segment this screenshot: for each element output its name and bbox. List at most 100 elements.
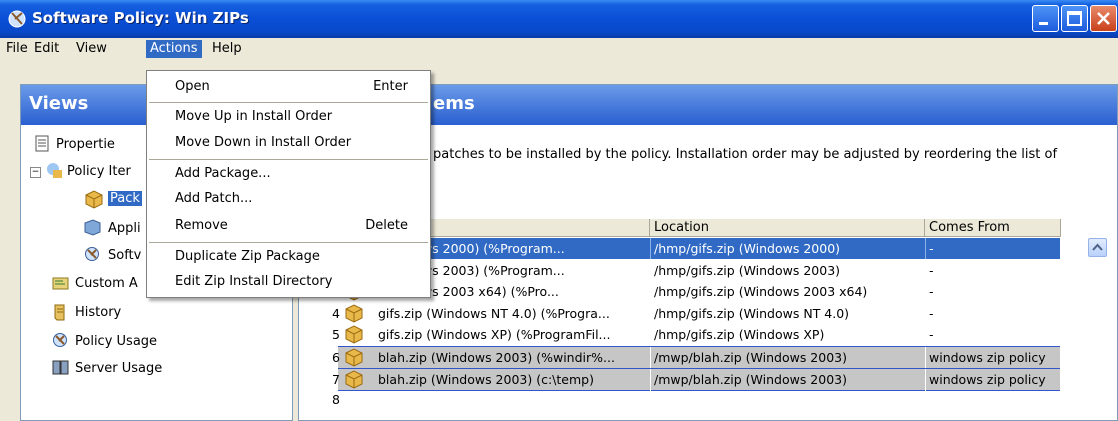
- table-row[interactable]: (Windows 2003) (%Program.../hmp/gifs.zip…: [338, 260, 1060, 281]
- table-row[interactable]: (Windows 2003 x64) (%Pro.../hmp/gifs.zip…: [338, 281, 1060, 302]
- tree-item-policy-usage[interactable]: Policy Usage: [75, 331, 157, 353]
- cell-divider: [925, 347, 926, 368]
- table-row[interactable]: 8: [332, 389, 1060, 410]
- tree-item-applications[interactable]: Appli: [108, 218, 141, 240]
- menu-item-remove[interactable]: Remove Delete: [147, 214, 430, 238]
- package-icon: [345, 325, 363, 344]
- cell-comes-from: -: [929, 306, 934, 321]
- cell-divider: [650, 303, 651, 324]
- maximize-icon: [1067, 11, 1082, 26]
- applications-icon: [84, 219, 101, 236]
- cell-location: /hmp/gifs.zip (Windows XP): [654, 327, 825, 342]
- window-title: Software Policy: Win ZIPs: [32, 9, 249, 27]
- column-header-location[interactable]: Location: [650, 219, 925, 237]
- cell-name: blah.zip (Windows 2003) (%windir%...: [378, 350, 615, 365]
- maximize-button[interactable]: [1061, 5, 1088, 32]
- minimize-button[interactable]: [1032, 5, 1059, 32]
- software-policy-icon: [8, 10, 26, 28]
- tree-item-label: Appli: [108, 221, 141, 236]
- tree-item-server-usage[interactable]: Server Usage: [75, 358, 162, 380]
- menu-item-duplicate-zip[interactable]: Duplicate Zip Package: [147, 245, 430, 269]
- table-row[interactable]: 6 blah.zip (Windows 2003) (%windir%... /mw…: [332, 346, 1060, 368]
- menu-edit[interactable]: Edit: [30, 40, 63, 58]
- menu-separator: [149, 242, 428, 243]
- cell-divider: [925, 281, 926, 302]
- cell-name: gifs.zip (Windows XP) (%ProgramFil...: [378, 327, 611, 342]
- tree-item-label: Pack: [108, 191, 142, 206]
- server-usage-icon: [52, 360, 69, 375]
- scrollbar-up-button[interactable]: [1088, 238, 1107, 257]
- cell-location: /hmp/gifs.zip (Windows 2003 x64): [654, 284, 868, 299]
- cell-name: gifs.zip (Windows NT 4.0) (%Progra...: [378, 306, 610, 321]
- cell-name: blah.zip (Windows 2003) (c:\temp): [378, 372, 594, 387]
- items-title: ems: [433, 93, 475, 114]
- table-row[interactable]: 4 gifs.zip (Windows NT 4.0) (%Progra... /h…: [332, 303, 1060, 324]
- menu-item-move-up[interactable]: Move Up in Install Order: [147, 105, 430, 129]
- cell-comes-from: -: [929, 284, 934, 299]
- cell-divider: [650, 389, 651, 410]
- policy-items-icon: [47, 163, 62, 178]
- cell-divider: [650, 324, 651, 345]
- row-number: 6: [332, 350, 340, 365]
- tree-item-custom[interactable]: Custom A: [75, 273, 138, 295]
- cell-location: /hmp/gifs.zip (Windows NT 4.0): [654, 306, 850, 321]
- close-button[interactable]: [1090, 5, 1117, 32]
- cell-divider: [925, 369, 926, 390]
- software-icon: [85, 247, 99, 261]
- menu-help[interactable]: Help: [208, 40, 246, 58]
- cell-divider: [650, 260, 651, 281]
- package-icon: [345, 304, 363, 323]
- tree-item-properties[interactable]: Propertie: [56, 134, 115, 156]
- tree-item-label: Custom A: [75, 276, 138, 291]
- menu-separator: [149, 159, 428, 160]
- menu-file[interactable]: File: [2, 40, 32, 58]
- tree-item-packages[interactable]: Pack: [108, 188, 142, 210]
- policy-usage-icon: [53, 333, 67, 347]
- tree-item-label: Policy Usage: [75, 334, 158, 349]
- menu-item-add-package[interactable]: Add Package...: [147, 162, 430, 186]
- package-icon: [345, 370, 363, 389]
- tree-expander[interactable]: −: [30, 167, 41, 178]
- menu-actions[interactable]: Actions: [146, 40, 202, 58]
- cell-location: /mwp/blah.zip (Windows 2003): [654, 350, 847, 365]
- tree-item-software[interactable]: Softv: [108, 245, 141, 267]
- tree-item-policy-items[interactable]: Policy Iter: [67, 161, 131, 183]
- table-row[interactable]: (Windows 2000) (%Program.../hmp/gifs.zip…: [338, 238, 1060, 259]
- menu-item-move-down[interactable]: Move Down in Install Order: [147, 131, 430, 155]
- cell-comes-from: windows zip policy: [929, 350, 1046, 365]
- row-number: 4: [332, 306, 340, 321]
- views-title: Views: [29, 93, 89, 114]
- tree-item-history[interactable]: History: [75, 302, 121, 324]
- menu-item-add-patch[interactable]: Add Patch...: [147, 187, 430, 211]
- menu-item-open[interactable]: Open Enter: [147, 75, 430, 99]
- tree-item-label: Propertie: [56, 137, 115, 152]
- cell-divider: [650, 369, 651, 390]
- cell-comes-from: -: [929, 241, 934, 256]
- custom-icon: [52, 277, 69, 290]
- table-row[interactable]: 5 gifs.zip (Windows XP) (%ProgramFil... /h…: [332, 324, 1060, 345]
- menu-separator: [149, 102, 428, 103]
- items-description: patches to be installed by the policy. I…: [433, 147, 1058, 162]
- actions-menu: Open Enter Move Up in Install Order Move…: [146, 70, 431, 298]
- menu-view[interactable]: View: [72, 40, 111, 58]
- title-bar: Software Policy: Win ZIPs: [0, 0, 1118, 38]
- cell-divider: [925, 238, 926, 259]
- cell-location: /hmp/gifs.zip (Windows 2000): [654, 241, 841, 256]
- package-icon: [345, 348, 363, 367]
- cell-comes-from: -: [929, 327, 934, 342]
- tree-item-label: History: [75, 305, 122, 320]
- table-row[interactable]: 7 blah.zip (Windows 2003) (c:\temp) /mwp/b…: [332, 368, 1060, 391]
- cell-divider: [925, 389, 926, 410]
- cell-location: /hmp/gifs.zip (Windows 2003): [654, 263, 841, 278]
- cell-divider: [650, 281, 651, 302]
- minimize-icon: [1039, 22, 1048, 25]
- cell-location: [654, 389, 924, 410]
- column-header-comes-from[interactable]: Comes From: [925, 219, 1061, 237]
- tree-item-label: Policy Iter: [67, 164, 131, 179]
- chevron-up-icon: [1092, 243, 1103, 251]
- properties-icon: [35, 135, 49, 152]
- row-number: 8: [332, 392, 340, 407]
- menu-bar: File Edit View Actions Help: [0, 38, 1118, 60]
- menu-item-edit-zip-dir[interactable]: Edit Zip Install Directory: [147, 270, 430, 294]
- cell-divider: [925, 303, 926, 324]
